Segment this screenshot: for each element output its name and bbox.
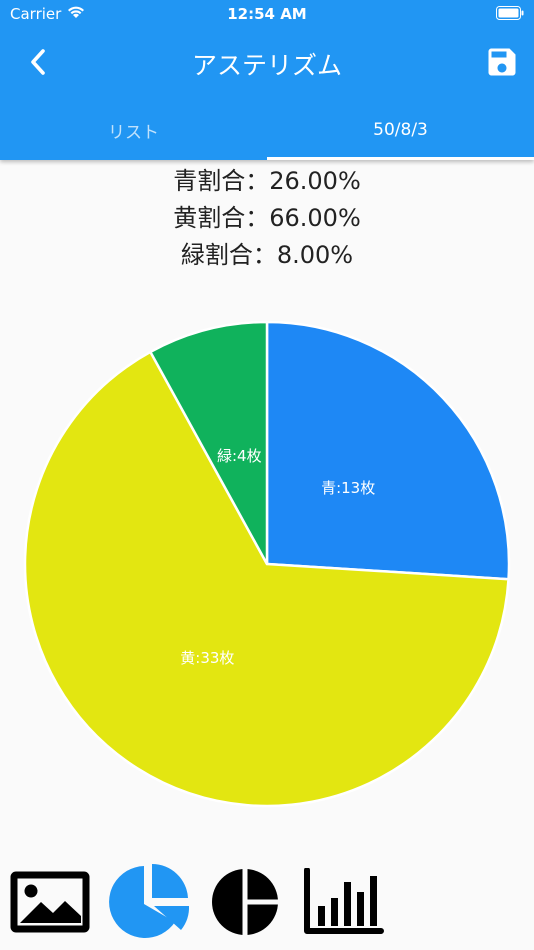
pie-chart-area: 青:13枚黄:33枚 緑:4枚 xyxy=(0,300,534,830)
save-icon xyxy=(488,48,516,76)
save-button[interactable] xyxy=(484,44,520,80)
pie-slice xyxy=(265,320,511,581)
nav-pie-button[interactable] xyxy=(104,860,196,944)
app-bar: Carrier 12:54 AM アステリズム リスト 50/8/3 xyxy=(0,0,534,160)
status-bar: Carrier 12:54 AM xyxy=(0,0,534,28)
tab-ratio[interactable]: 50/8/3 xyxy=(267,100,534,160)
yellow-ratio: 黄割合：66.00% xyxy=(173,204,361,232)
tab-list[interactable]: リスト xyxy=(0,100,267,160)
pie-chart-icon xyxy=(109,863,190,938)
nav-image-button[interactable] xyxy=(8,860,92,944)
tab-bar: リスト 50/8/3 xyxy=(0,100,534,160)
bottom-nav xyxy=(0,860,534,950)
bar-chart-icon xyxy=(304,868,384,934)
blue-ratio: 青割合：26.00% xyxy=(173,167,361,195)
ratio-summary: 青割合：26.00% 黄割合：66.00% 緑割合：8.00% xyxy=(0,163,534,274)
nav-bar-chart-button[interactable] xyxy=(300,860,386,944)
page-title: アステリズム xyxy=(191,51,342,80)
pie-slice-label: 黄:33枚 xyxy=(180,649,234,667)
status-time: 12:54 AM xyxy=(227,5,307,23)
battery-icon xyxy=(496,6,524,24)
pie-slice-label: 緑:4枚 xyxy=(217,447,262,465)
pie-chart: 青:13枚黄:33枚 緑:4枚 xyxy=(23,320,511,808)
pie-slice-label: 青:13枚 xyxy=(321,479,375,497)
nav-pie-alt-button[interactable] xyxy=(208,860,282,944)
green-ratio: 緑割合：8.00% xyxy=(180,241,354,269)
tab-ratio-label: 50/8/3 xyxy=(373,120,428,140)
tab-indicator xyxy=(267,157,534,160)
pie-chart-alt-icon xyxy=(212,869,278,935)
toolbar: アステリズム xyxy=(0,28,534,100)
image-icon xyxy=(10,871,90,933)
tab-list-label: リスト xyxy=(108,122,159,143)
